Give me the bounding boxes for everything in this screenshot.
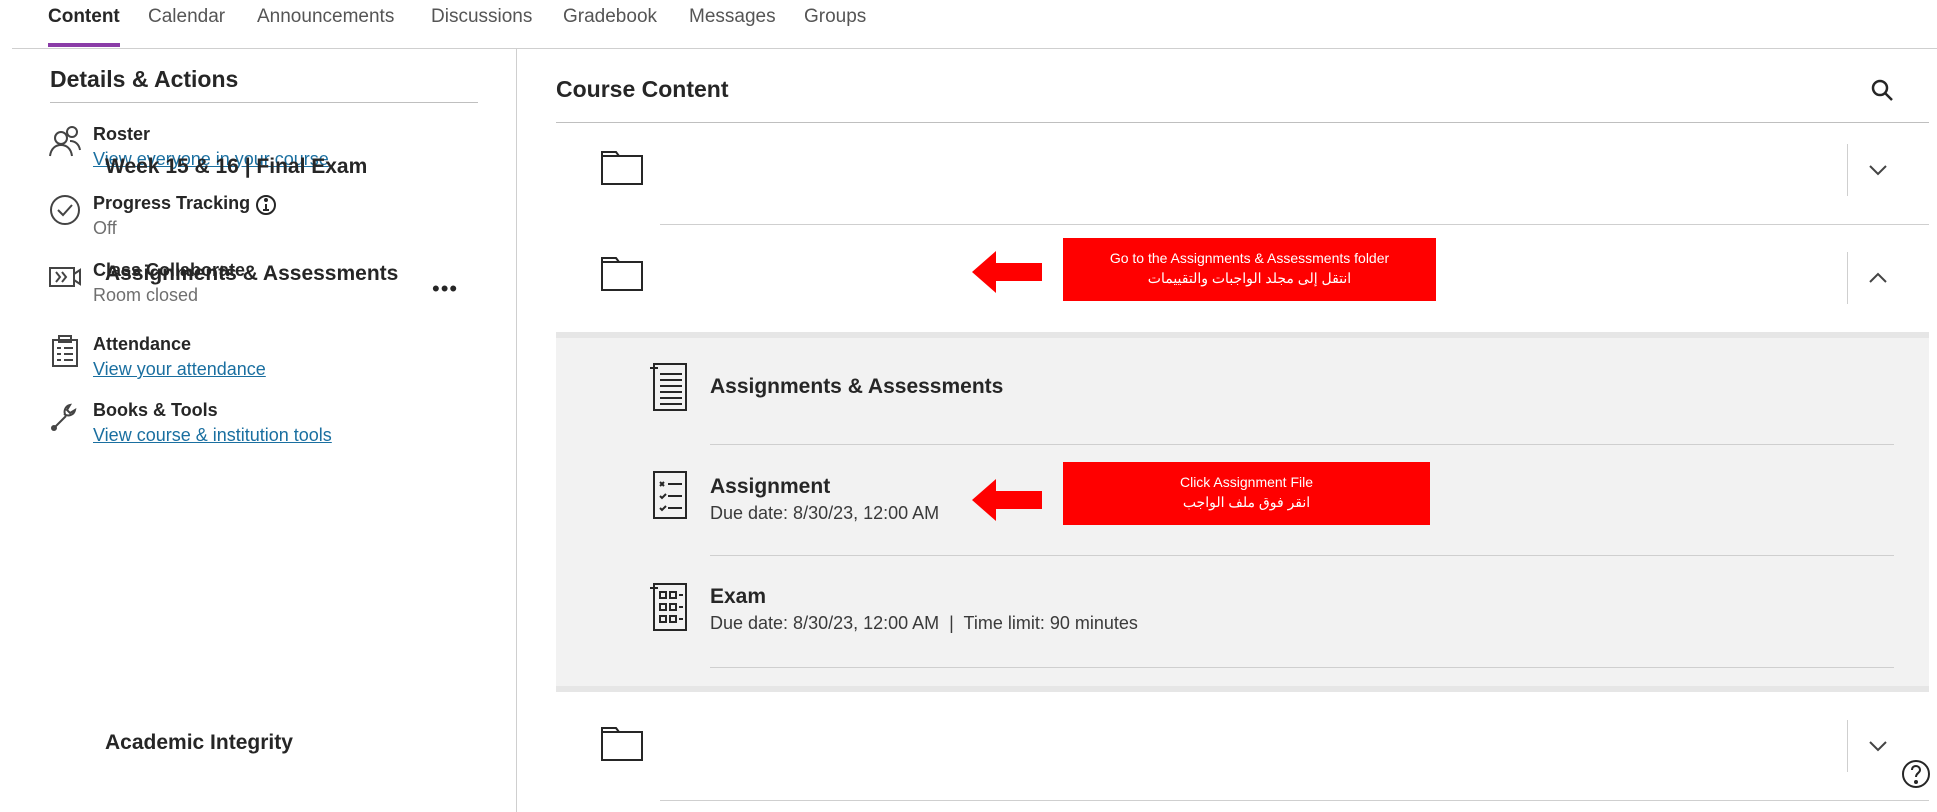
tab-announcements[interactable]: Announcements (257, 5, 394, 43)
chevron-up-icon[interactable] (1866, 266, 1890, 290)
chevron-divider (1847, 252, 1848, 304)
more-options-button[interactable]: ••• (432, 276, 458, 302)
chevron-down-icon[interactable] (1866, 734, 1890, 758)
books-tools-label: Books & Tools (93, 400, 218, 420)
tab-messages[interactable]: Messages (689, 5, 776, 43)
item-assignments-assessments[interactable]: Assignments & Assessments (710, 375, 1003, 399)
item-exam[interactable]: Exam (710, 585, 766, 609)
checkmark-circle-icon (50, 195, 80, 225)
roster-label: Roster (93, 124, 151, 144)
chevron-divider (1847, 720, 1848, 772)
folder-icon (601, 257, 643, 291)
arrow-left-icon (972, 251, 1042, 293)
tab-content[interactable]: Content (48, 5, 120, 47)
exam-due-date: Due date: 8/30/23, 12:00 AM | Time limit… (710, 613, 1138, 633)
chevron-divider (1847, 144, 1848, 196)
item-assignment[interactable]: Assignment (710, 475, 830, 499)
progress-tracking-label: Progress Tracking (93, 193, 251, 213)
course-content-title: Course Content (556, 76, 729, 102)
document-icon (650, 363, 687, 411)
attendance-label: Attendance (93, 334, 192, 354)
details-actions-title: Details & Actions (50, 66, 239, 92)
chevron-down-icon[interactable] (1866, 158, 1890, 182)
assignment-icon (653, 471, 687, 519)
books-tools-link[interactable]: View course & institution tools (93, 425, 332, 446)
roster-icon (49, 126, 81, 157)
class-collaborate-status: Room closed (93, 285, 199, 305)
tab-discussions[interactable]: Discussions (431, 5, 532, 43)
search-icon[interactable] (1870, 78, 1894, 102)
tab-calendar[interactable]: Calendar (148, 5, 225, 43)
tab-gradebook[interactable]: Gradebook (563, 5, 657, 43)
exam-icon (650, 583, 687, 631)
item-divider (710, 444, 1894, 445)
callout-assignment-file: Click Assignment File انقر فوق ملف الواج… (1063, 462, 1430, 525)
row-divider (660, 224, 1929, 225)
progress-tracking-status: Off (93, 218, 117, 238)
tab-groups[interactable]: Groups (804, 5, 866, 43)
page-edge (0, 0, 16, 812)
callout-folder-en: Go to the Assignments & Assessments fold… (1109, 250, 1390, 266)
item-divider (710, 667, 1894, 668)
info-icon[interactable] (255, 194, 277, 216)
course-nav-tabs: Content Calendar Announcements Discussio… (12, 0, 1937, 49)
callout-folder-ar: انتقل إلى مجلد الواجبات والتقييمات (1147, 270, 1352, 286)
folder-assignments-assessments[interactable]: Assignments & Assessments (105, 262, 398, 286)
callout-file-en: Click Assignment File (1179, 474, 1314, 490)
folder-academic-integrity[interactable]: Academic Integrity (105, 731, 293, 755)
course-content-divider (556, 122, 1929, 123)
callout-folder: Go to the Assignments & Assessments fold… (1063, 238, 1436, 301)
clipboard-icon (52, 335, 78, 367)
arrow-left-icon (972, 479, 1042, 521)
folder-icon (601, 151, 643, 185)
attendance-link[interactable]: View your attendance (93, 359, 266, 380)
row-divider (660, 800, 1929, 801)
collaborate-icon (49, 267, 81, 287)
folder-week-15-16[interactable]: Week 15 & 16 | Final Exam (105, 155, 367, 179)
item-divider (710, 555, 1894, 556)
folder-icon (601, 727, 643, 761)
callout-file-ar: انقر فوق ملف الواجب (1182, 494, 1311, 510)
wrench-icon (51, 403, 77, 431)
panel-divider (516, 48, 517, 812)
assignment-due-date: Due date: 8/30/23, 12:00 AM (710, 503, 940, 523)
help-icon[interactable] (1900, 758, 1932, 790)
details-divider (50, 102, 478, 103)
